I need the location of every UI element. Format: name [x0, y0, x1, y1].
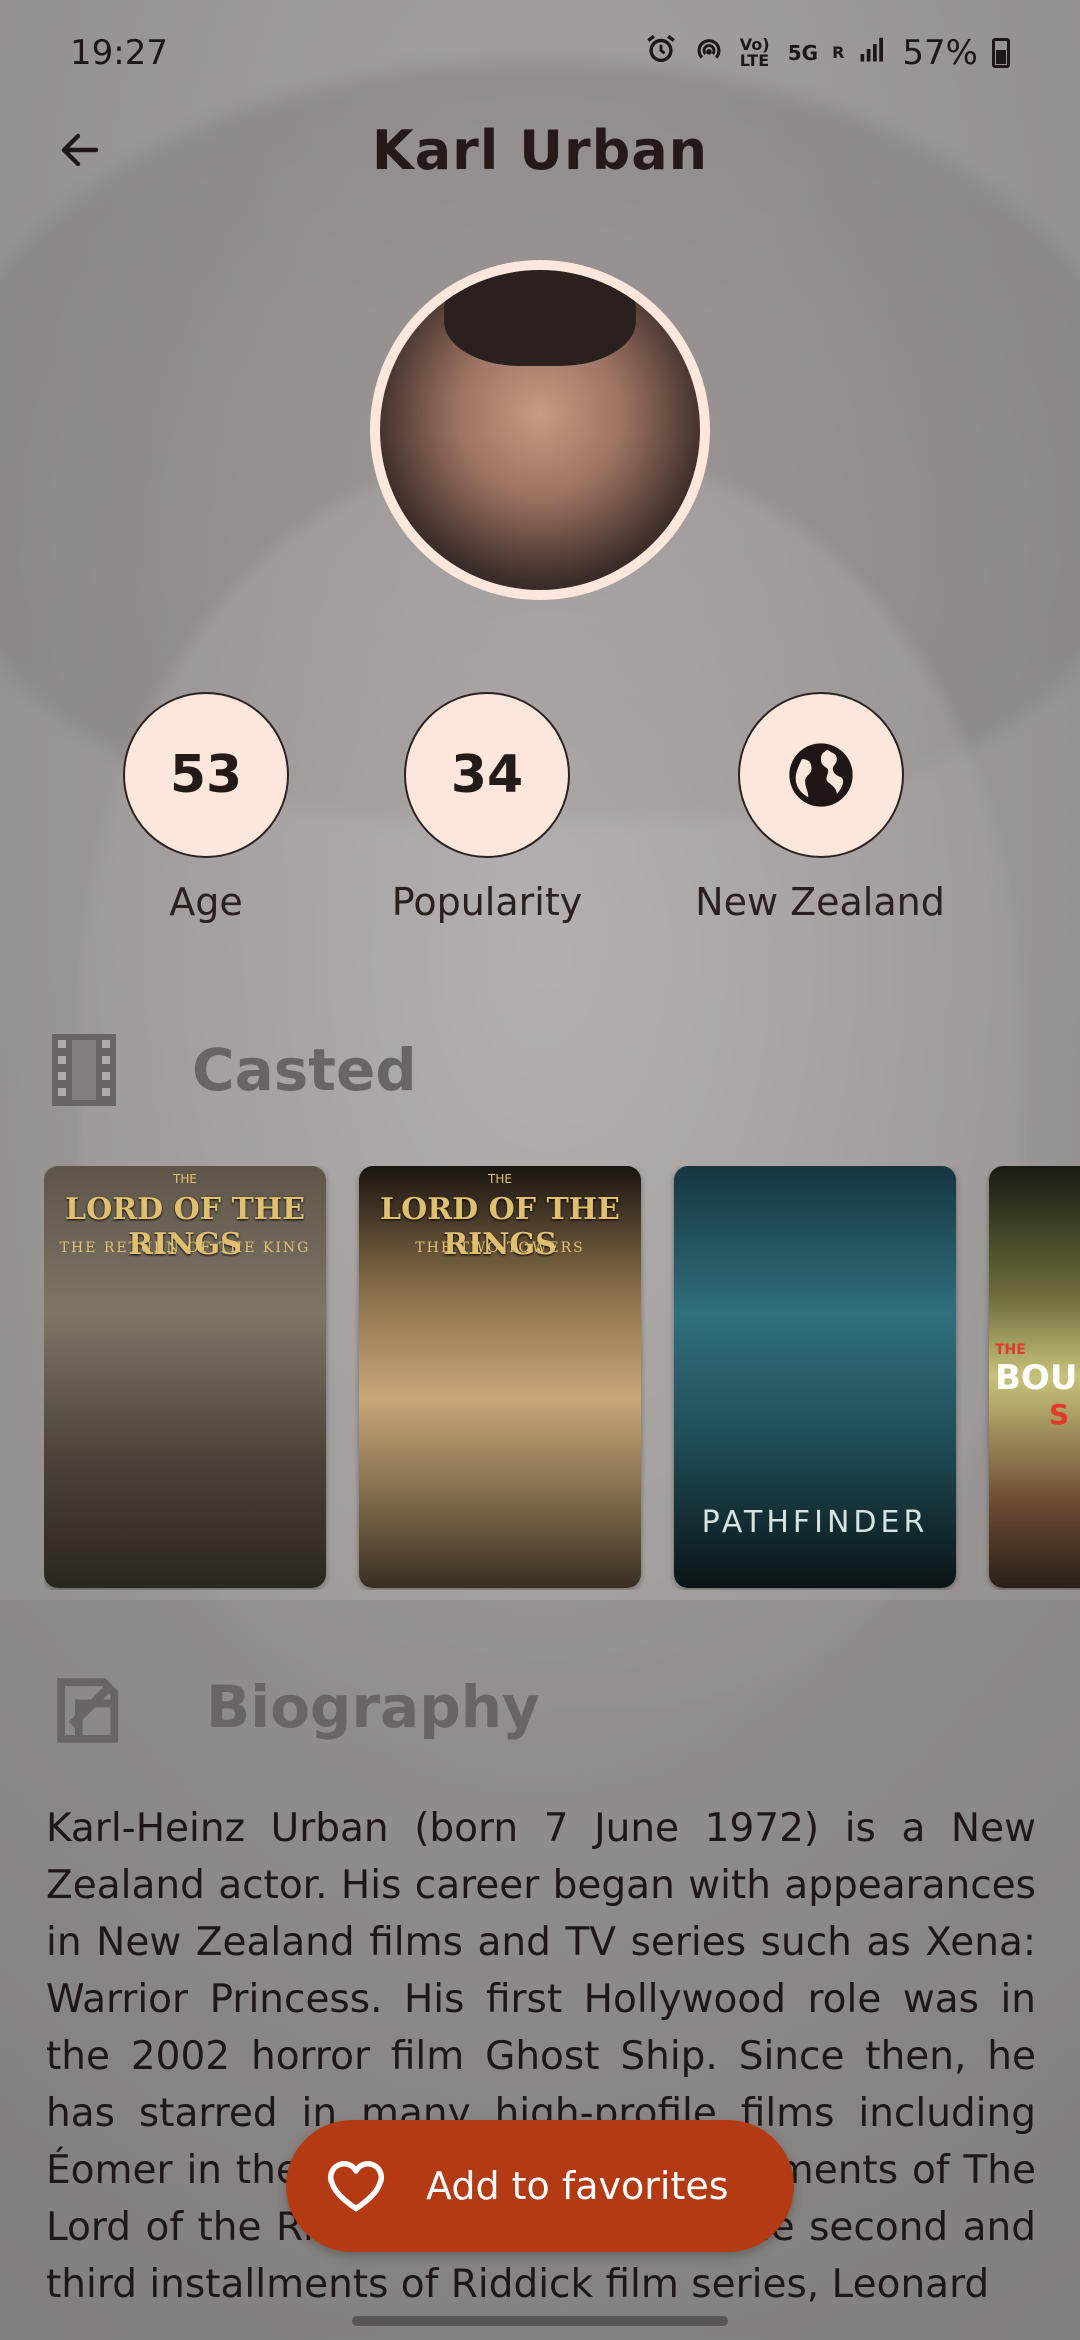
page-title: Karl Urban [371, 118, 709, 182]
alarm-icon [644, 32, 678, 74]
biography-icon [57, 1678, 119, 1743]
5g-icon: 5G [787, 40, 819, 65]
poster-title: BOU [995, 1358, 1078, 1398]
poster-title-prefix: THE [488, 1172, 512, 1186]
add-to-favorites-label: Add to favorites [426, 2164, 729, 2208]
volte-icon: Vo) LTE [739, 34, 770, 70]
popularity-label: Popularity [391, 880, 583, 924]
globe-icon [789, 743, 853, 807]
poster-title-prefix: THE [995, 1342, 1026, 1358]
casted-carousel[interactable]: THE LORD OF THE RINGS THE RETURN OF THE … [44, 1166, 1080, 1590]
poster-subtitle: THE TWO TOWERS [415, 1240, 585, 1256]
age-value: 53 [169, 745, 243, 805]
popularity-value: 34 [450, 745, 524, 805]
age-badge: 53 [123, 692, 289, 858]
signal-icon [858, 34, 888, 72]
popularity-badge: 34 [404, 692, 570, 858]
biography-title: Biography [206, 1673, 540, 1741]
back-button[interactable] [40, 120, 120, 180]
roaming-indicator: R [832, 43, 845, 62]
poster-card[interactable]: THE LORD OF THE RINGS THE RETURN OF THE … [44, 1166, 326, 1588]
poster-title-suffix: S [1049, 1398, 1070, 1431]
heart-outline-icon [327, 2161, 385, 2212]
add-to-favorites-button[interactable]: Add to favorites [286, 2120, 794, 2252]
home-indicator[interactable] [352, 2316, 728, 2326]
age-label: Age [169, 880, 243, 924]
app-bar: Karl Urban [0, 105, 1080, 195]
hotspot-icon [692, 32, 726, 74]
poster-card[interactable]: THE LORD OF THE RINGS THE TWO TOWERS [359, 1166, 641, 1588]
poster-title: PATHFINDER [701, 1505, 929, 1540]
battery-icon [992, 37, 1010, 68]
status-time: 19:27 [70, 32, 168, 73]
country-badge [738, 692, 904, 858]
actor-avatar [370, 260, 710, 600]
status-bar: 19:27 Vo) LTE 5G R 57% [0, 0, 1080, 105]
casted-section-header: Casted [48, 1030, 417, 1110]
battery-percentage: 57% [902, 32, 978, 73]
arrow-left-icon [61, 133, 99, 167]
status-icons: Vo) LTE 5G R 57% [644, 32, 1010, 74]
casted-title: Casted [192, 1036, 417, 1104]
poster-subtitle: THE RETURN OF THE KING [59, 1240, 311, 1256]
country-label: New Zealand [695, 880, 945, 924]
actor-photo [380, 270, 700, 590]
poster-card[interactable]: THE BOU S [989, 1166, 1080, 1588]
film-strip-icon [52, 1034, 116, 1106]
biography-section-header: Biography [50, 1668, 540, 1746]
poster-card[interactable]: PATHFINDER [674, 1166, 956, 1588]
poster-title-prefix: THE [173, 1172, 197, 1186]
